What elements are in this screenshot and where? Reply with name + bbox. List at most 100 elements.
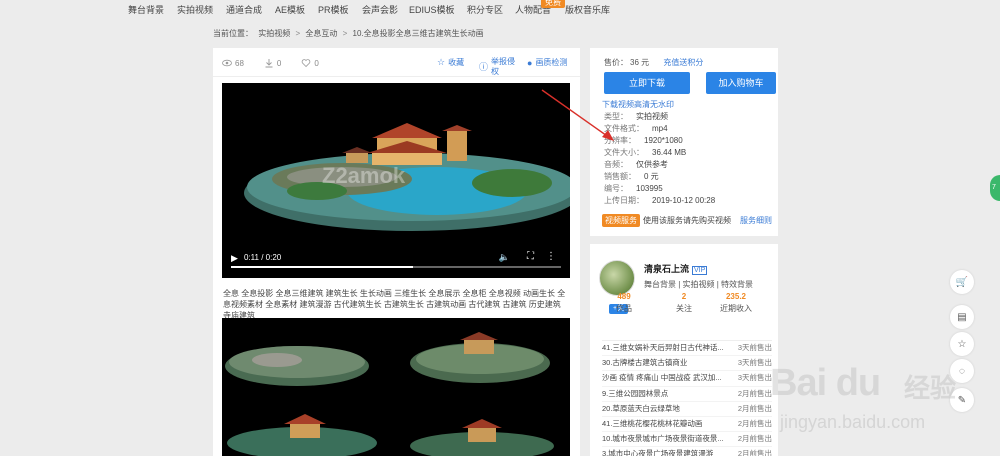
nav-item-live-video[interactable]: 实拍视频 bbox=[177, 3, 213, 16]
note-icon[interactable]: ▤ bbox=[950, 305, 974, 329]
info-value: 103995 bbox=[636, 184, 663, 193]
works-label: 作品 bbox=[616, 304, 632, 313]
service-row: 视频服务 使用该服务请先购买视频 服务细则 bbox=[602, 214, 772, 227]
info-value: 0 元 bbox=[644, 172, 659, 181]
info-value: 2019-10-12 00:28 bbox=[652, 196, 716, 205]
info-row: 分辨率： 1920*1080 bbox=[604, 135, 715, 147]
nav-item-channel[interactable]: 通道合成 bbox=[226, 3, 262, 16]
preview-image bbox=[222, 318, 570, 456]
fullscreen-icon[interactable]: ⛶ bbox=[527, 251, 534, 262]
report-button[interactable]: ⓘ 举报侵权 bbox=[479, 57, 519, 77]
list-item[interactable]: 41.三维桃花樱花桃林花瓣动画 2月前售出 bbox=[602, 417, 772, 433]
service-tag: 视频服务 bbox=[602, 214, 640, 227]
nav-item-pr[interactable]: PR模板 bbox=[318, 3, 349, 16]
info-row: 音频： 仅供参考 bbox=[604, 159, 715, 171]
nav-item-points[interactable]: 积分专区 bbox=[467, 3, 503, 16]
info-value: 1920*1080 bbox=[644, 136, 683, 145]
info-key: 文件大小： bbox=[604, 148, 644, 157]
author-name-text: 清泉石上流 bbox=[644, 264, 690, 274]
list-item-title: 41.三维桃花樱花桃林花瓣动画 bbox=[602, 419, 703, 429]
list-item[interactable]: 10.城市夜景城市广场夜景街道夜景... 2月前售出 bbox=[602, 432, 772, 448]
list-item-date: 2月前售出 bbox=[737, 388, 772, 398]
income-stat: 235.2 近期收入 bbox=[716, 292, 756, 314]
avatar[interactable] bbox=[599, 260, 635, 296]
list-item[interactable]: 沙画 疫情 疼痛山 中国战疫 武汉加... 3天前售出 bbox=[602, 371, 772, 387]
stats-bar: 68 0 0 bbox=[222, 58, 335, 68]
info-row: 文件格式： mp4 bbox=[604, 123, 715, 135]
volume-icon[interactable]: 🔈 bbox=[499, 252, 510, 263]
downloads-count: 0 bbox=[276, 58, 282, 68]
list-item[interactable]: 20.草原蓝天白云绿草地 2月前售出 bbox=[602, 402, 772, 418]
watermark-logo: Bai du bbox=[770, 362, 881, 404]
top-navigation: 舞台背景 实拍视频 通道合成 AE模板 PR模板 会声会影 EDIUS模板 积分… bbox=[0, 0, 1000, 20]
downloads-stat: 0 bbox=[264, 58, 281, 68]
report-icon: ⓘ bbox=[479, 62, 489, 72]
follow-count: 2 bbox=[681, 292, 687, 301]
price-row: 售价： 36 元 充值送积分 bbox=[604, 57, 703, 68]
list-item[interactable]: 41.三维女娲补天后羿射日古代神话... 3天前售出 bbox=[602, 341, 772, 357]
list-item-date: 2月前售出 bbox=[737, 434, 772, 444]
main-content: 68 0 0 ☆ 收藏 ⓘ 举报侵权 ● 画质检测 Z2amok ▶ 0:11 … bbox=[213, 48, 580, 456]
list-item[interactable]: 3.城市中心夜景广场夜景建筑漫游 2月前售出 bbox=[602, 447, 772, 456]
author-name[interactable]: 清泉石上流 VIP bbox=[644, 262, 708, 275]
list-item-title: 20.草原蓝天白云绿草地 bbox=[602, 403, 680, 413]
info-row: 上传日期： 2019-10-12 00:28 bbox=[604, 195, 715, 207]
list-item-date: 3天前售出 bbox=[737, 343, 772, 352]
info-row: 销售额： 0 元 bbox=[604, 171, 715, 183]
income-label: 近期收入 bbox=[720, 304, 752, 313]
views-count: 68 bbox=[235, 58, 244, 68]
info-row: 文件大小： 36.44 MB bbox=[604, 147, 715, 159]
list-item[interactable]: 9.三维公园园林景点 2月前售出 bbox=[602, 387, 772, 402]
info-value: 实拍视频 bbox=[636, 112, 668, 121]
download-icon bbox=[265, 59, 273, 68]
star-outline-icon[interactable]: ☆ bbox=[950, 332, 974, 356]
breadcrumb: 当前位置： 实拍视频 > 全息互动 > 10.全息投影全息三维古建筑生长动画 bbox=[213, 28, 487, 39]
info-key: 上传日期： bbox=[604, 196, 644, 205]
list-item-title: 30.古牌楼古建筑古镇商业 bbox=[602, 358, 688, 368]
nav-item-edius[interactable]: EDIUS模板 bbox=[409, 3, 455, 16]
video-progress-bar[interactable] bbox=[231, 266, 561, 268]
info-key: 音频： bbox=[604, 160, 628, 169]
add-to-cart-button[interactable]: 加入购物车 bbox=[706, 72, 776, 94]
nav-item-stage[interactable]: 舞台背景 bbox=[128, 3, 164, 16]
follow-label: 关注 bbox=[676, 304, 692, 313]
quality-check-button[interactable]: ● 画质检测 bbox=[527, 57, 567, 68]
divider bbox=[213, 76, 580, 77]
recharge-link[interactable]: 充值送积分 bbox=[663, 58, 703, 67]
video-progress-fill bbox=[231, 266, 413, 268]
nav-item-music[interactable]: 版权音乐库 bbox=[565, 3, 610, 16]
breadcrumb-item-3[interactable]: 10.全息投影全息三维古建筑生长动画 bbox=[353, 29, 484, 38]
file-info: 类型： 实拍视频 文件格式： mp4 分辨率： 1920*1080 文件大小： 36.4… bbox=[604, 111, 715, 207]
cart-icon[interactable]: 🛒 bbox=[950, 270, 974, 294]
breadcrumb-item-1[interactable]: 实拍视频 bbox=[258, 29, 290, 38]
info-key: 编号： bbox=[604, 184, 628, 193]
list-item-date: 3天前售出 bbox=[737, 373, 772, 383]
more-icon[interactable]: ⋮ bbox=[546, 251, 556, 262]
works-count: 489 bbox=[617, 292, 631, 301]
dot-icon: ● bbox=[527, 57, 533, 68]
new-badge: 免费 bbox=[541, 0, 565, 8]
heart-icon bbox=[302, 59, 311, 68]
author-panel: +关 清泉石上流 VIP 舞台背景 | 实拍视频 | 特效背景 489 作品 2 关注… bbox=[590, 244, 778, 456]
info-value: 36.44 MB bbox=[652, 148, 687, 157]
video-player[interactable]: Z2amok ▶ 0:11 / 0:20 🔈 ⛶ ⋮ bbox=[222, 83, 570, 278]
play-icon[interactable]: ▶ bbox=[231, 253, 238, 264]
likes-stat[interactable]: 0 bbox=[301, 58, 319, 68]
tag-list[interactable]: 全息 全息投影 全息三维建筑 建筑生长 生长动画 三维生长 全息展示 全息柜 全… bbox=[223, 288, 568, 321]
nav-item-vegas[interactable]: 会声会影 bbox=[362, 3, 398, 16]
breadcrumb-item-2[interactable]: 全息互动 bbox=[305, 29, 337, 38]
float-tab[interactable]: 7 bbox=[990, 175, 1000, 201]
list-item-date: 2月前售出 bbox=[737, 449, 772, 456]
favorite-label: 收藏 bbox=[448, 58, 465, 67]
list-item[interactable]: 30.古牌楼古建筑古镇商业 3天前售出 bbox=[602, 356, 772, 372]
nav-item-ae[interactable]: AE模板 bbox=[275, 3, 305, 16]
views-stat: 68 bbox=[222, 58, 244, 68]
vip-badge: VIP bbox=[692, 266, 708, 275]
info-value: mp4 bbox=[652, 124, 668, 133]
follow-stat: 2 关注 bbox=[672, 292, 696, 314]
service-terms-link[interactable]: 服务细则 bbox=[740, 215, 772, 226]
star-icon: ☆ bbox=[437, 57, 446, 67]
list-item-title: 41.三维女娲补天后羿射日古代神话... bbox=[602, 343, 724, 352]
service-text: 使用该服务请先购买视频 bbox=[643, 216, 731, 225]
favorite-button[interactable]: ☆ 收藏 bbox=[437, 57, 464, 68]
